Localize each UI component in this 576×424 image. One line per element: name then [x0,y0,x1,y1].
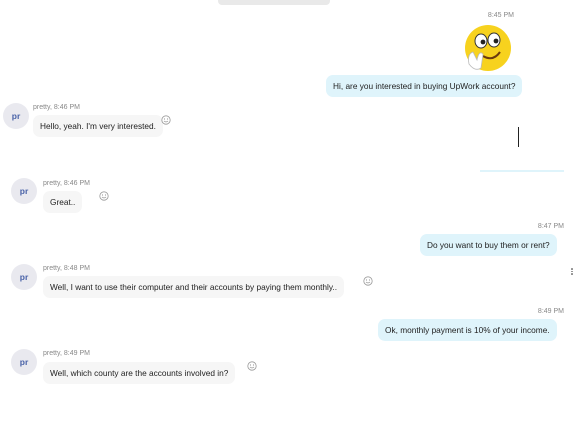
scroll-indicator [218,0,330,5]
text-cursor [518,127,519,147]
avatar[interactable]: pr [11,178,37,204]
waving-face-emoji-icon [463,24,513,74]
add-reaction-icon[interactable] [363,276,373,286]
sender-timestamp: pretty, 8:48 PM [43,265,90,272]
sender-timestamp: pretty, 8:49 PM [43,350,90,357]
add-reaction-icon[interactable] [247,361,257,371]
sender-timestamp: pretty, 8:46 PM [33,104,80,111]
sender-timestamp: pretty, 8:46 PM [43,180,90,187]
partial-bubble-edge [480,170,564,172]
message-timestamp: 8:49 PM [537,308,564,315]
incoming-message-bubble[interactable]: Great.. [43,191,83,213]
more-options-icon[interactable] [571,268,573,275]
outgoing-message-bubble[interactable]: Ok, monthly payment is 10% of your incom… [378,319,557,341]
incoming-message-bubble[interactable]: Well, I want to use their computer and t… [43,276,344,298]
outgoing-message-bubble[interactable]: Hi, are you interested in buying UpWork … [326,75,523,97]
avatar[interactable]: pr [11,349,37,375]
message-timestamp: 8:45 PM [487,12,514,19]
incoming-message-bubble[interactable]: Well, which county are the accounts invo… [43,362,236,384]
message-timestamp: 8:47 PM [537,223,564,230]
avatar[interactable]: pr [3,103,29,129]
incoming-message-bubble[interactable]: Hello, yeah. I'm very interested. [33,115,163,137]
add-reaction-icon[interactable] [161,115,171,125]
avatar[interactable]: pr [11,264,37,290]
add-reaction-icon[interactable] [99,191,109,201]
outgoing-message-bubble[interactable]: Do you want to buy them or rent? [420,234,557,256]
